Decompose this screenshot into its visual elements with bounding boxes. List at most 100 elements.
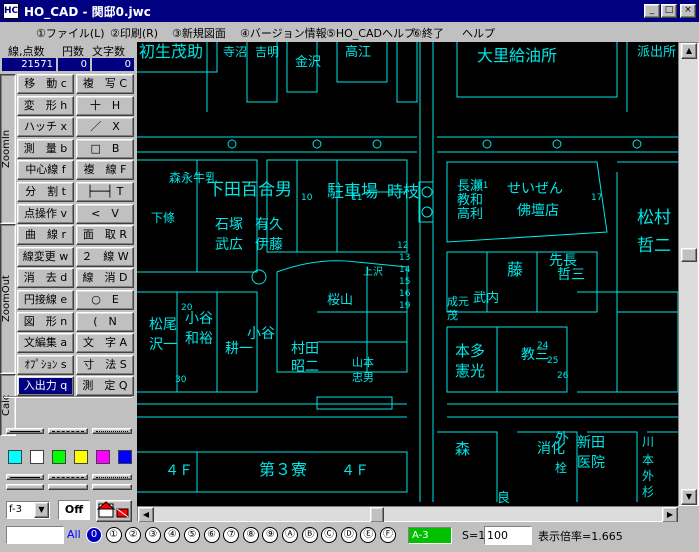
horizontal-scrollbar[interactable]: ◀ ▶ — [137, 506, 678, 523]
horizontal-scroll-thumb[interactable] — [370, 507, 384, 523]
command-button-6-0[interactable]: 点操作 v — [17, 203, 74, 224]
color-swatch-blue[interactable] — [118, 450, 132, 464]
command-button-1-0[interactable]: 変 形 h — [17, 95, 74, 116]
line-style-b[interactable] — [48, 484, 88, 490]
layer-button-7[interactable]: ⑦ — [223, 527, 240, 543]
menu-new-drawing[interactable]: ③新規図面 — [172, 25, 226, 41]
menu-file[interactable]: ①ファイル(L) — [36, 25, 105, 41]
scroll-down-button[interactable]: ▼ — [681, 489, 697, 505]
layer-button-4[interactable]: ④ — [164, 527, 181, 543]
color-swatch-magenta[interactable] — [96, 450, 110, 464]
layer-button-0[interactable]: 0 — [86, 527, 102, 543]
close-button[interactable]: × — [680, 4, 696, 18]
command-button-5-0[interactable]: 分 割 t — [17, 182, 74, 202]
command-button-6-1[interactable]: < V — [76, 203, 134, 224]
layer-button-15[interactable]: Ⓕ — [380, 527, 396, 543]
layer-button-12[interactable]: Ⓒ — [321, 527, 338, 543]
maximize-button[interactable]: □ — [661, 4, 677, 18]
scale-select[interactable]: 100 — [484, 526, 532, 545]
drawing-canvas[interactable]: 初生茂助 寺沼 吉明 金沢 高江 大里給油所 派出所 下田百合男 駐車場 時枝 せいぜん 佛壇店 長瀬教… — [137, 42, 678, 506]
line-type-dashed[interactable] — [48, 428, 88, 434]
command-button-3-1[interactable]: □ B — [76, 138, 134, 159]
layer-button-6[interactable]: ⑥ — [203, 527, 220, 543]
layer-button-8[interactable]: ⑧ — [242, 527, 259, 543]
command-button-10-1[interactable]: ○ E — [76, 290, 134, 310]
command-button-0-1[interactable]: 複 写 C — [76, 74, 134, 94]
layer-button-10[interactable]: Ⓐ — [282, 527, 298, 543]
menu-hocad-help[interactable]: ⑤HO_CADヘルプ — [326, 25, 415, 41]
command-button-2-0[interactable]: ハッチ x — [17, 117, 74, 138]
command-button-10-0[interactable]: 円接線 e — [17, 290, 74, 310]
command-button-11-1[interactable]: ( N — [76, 311, 134, 332]
command-button-5-1[interactable]: ├──┤ T — [76, 182, 134, 202]
circle-count-value: 0 — [58, 58, 90, 71]
map-label: 有久 — [255, 217, 283, 233]
color-swatch-yellow[interactable] — [74, 450, 88, 464]
chevron-down-icon[interactable]: ▼ — [34, 502, 49, 518]
color-swatch-cyan[interactable] — [8, 450, 22, 464]
layer-group-select[interactable]: A-3 — [408, 527, 452, 544]
command-button-4-1[interactable]: 複 線 F — [76, 160, 134, 181]
map-label: 16 — [399, 289, 411, 299]
command-button-13-0[interactable]: ｵﾌﾟｼｮﾝ s — [17, 354, 74, 375]
command-button-8-1[interactable]: ２ 線 W — [76, 246, 134, 267]
app-icon[interactable]: HC — [3, 3, 19, 19]
zoom-in-tab[interactable]: ZoomIn — [0, 74, 16, 224]
scroll-left-button[interactable]: ◀ — [138, 507, 154, 523]
menu-version-info[interactable]: ④バージョン情報 — [240, 25, 327, 41]
command-button-9-1[interactable]: 線 消 D — [76, 268, 134, 289]
command-button-9-0[interactable]: 消 去 d — [17, 268, 74, 289]
layer-button-5[interactable]: ⑤ — [184, 527, 200, 543]
command-button-14-1[interactable]: 測 定 Q — [76, 376, 134, 397]
map-label: 大里給油所 — [477, 46, 558, 65]
menu-help[interactable]: ヘルプ — [462, 25, 495, 41]
minimize-button[interactable]: _ — [644, 4, 660, 18]
vertical-scrollbar[interactable]: ▲ ▼ — [678, 42, 699, 506]
line-style-a[interactable] — [6, 484, 44, 490]
layer-button-9[interactable]: ⑨ — [262, 527, 279, 543]
map-label: 桜山 — [327, 293, 354, 308]
line-width-medium[interactable] — [48, 474, 88, 480]
layer-button-2[interactable]: ② — [125, 527, 142, 543]
layer-button-1[interactable]: ① — [105, 527, 122, 543]
layer-button-13[interactable]: Ⓓ — [340, 527, 357, 543]
zoom-out-tab[interactable]: ZoomOut — [0, 224, 16, 374]
map-label: 新田 — [577, 435, 605, 451]
layer-button-11[interactable]: Ⓑ — [301, 527, 318, 543]
color-swatch-white[interactable] — [30, 450, 44, 464]
command-button-7-0[interactable]: 曲 線 r — [17, 225, 74, 246]
line-width-thick[interactable] — [92, 474, 132, 480]
off-toggle[interactable]: Off — [58, 500, 90, 520]
layer-button-3[interactable]: ③ — [144, 527, 161, 543]
command-button-7-1[interactable]: 面 取 R — [76, 225, 134, 246]
command-button-0-0[interactable]: 移 動 c — [17, 74, 74, 94]
command-button-1-1[interactable]: 十 H — [76, 95, 134, 116]
command-button-2-1[interactable]: ／ X — [76, 117, 134, 138]
line-style-c[interactable] — [92, 484, 132, 490]
scroll-right-button[interactable]: ▶ — [662, 507, 678, 523]
line-width-thin[interactable] — [6, 474, 44, 480]
command-button-12-1[interactable]: 文 字 A — [76, 333, 134, 354]
command-button-14-0[interactable]: 入出力 q — [17, 376, 74, 397]
map-label: 伊藤 — [255, 237, 283, 253]
command-input[interactable] — [6, 526, 64, 544]
home-icon-button[interactable] — [96, 500, 132, 522]
command-button-4-0[interactable]: 中心線 f — [17, 160, 74, 181]
scroll-up-button[interactable]: ▲ — [681, 43, 697, 59]
command-button-3-0[interactable]: 測 量 b — [17, 138, 74, 159]
map-label: 20 — [181, 303, 193, 313]
menu-print[interactable]: ②印刷(R) — [110, 25, 158, 41]
command-button-11-0[interactable]: 図 形 n — [17, 311, 74, 332]
line-type-dotted[interactable] — [92, 428, 132, 434]
all-layers-button[interactable]: All — [67, 528, 81, 541]
line-type-solid[interactable] — [6, 428, 44, 434]
command-button-8-0[interactable]: 線変更 w — [17, 246, 74, 267]
calc-tab[interactable]: Calc — [0, 374, 16, 436]
command-button-12-0[interactable]: 文編集 a — [17, 333, 74, 354]
command-button-13-1[interactable]: 寸 法 S — [76, 354, 134, 375]
layer-button-14[interactable]: Ⓔ — [360, 527, 377, 543]
color-swatch-green[interactable] — [52, 450, 66, 464]
map-label: 小谷 — [247, 326, 275, 342]
menu-exit[interactable]: ⑥終了 — [412, 25, 444, 41]
vertical-scroll-thumb[interactable] — [681, 248, 697, 262]
